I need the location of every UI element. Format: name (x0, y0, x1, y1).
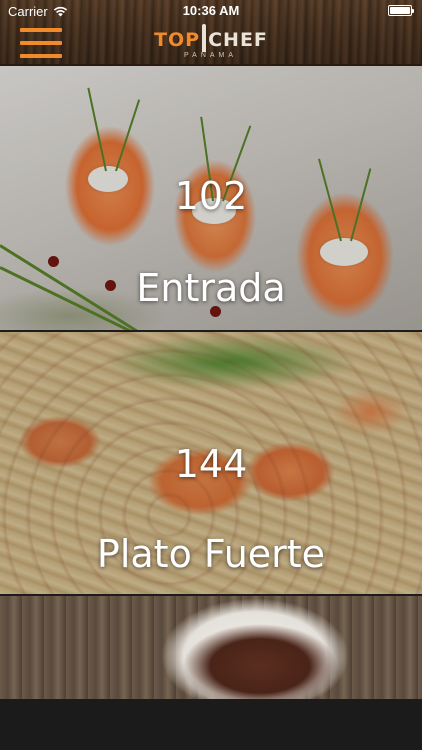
bottom-bar (0, 699, 422, 750)
battery-icon (388, 5, 414, 16)
category-card-plato-fuerte[interactable]: 144 Plato Fuerte (0, 332, 422, 594)
chocolate-dessert-photo (0, 596, 422, 699)
category-card-entrada[interactable]: 102 Entrada (0, 66, 422, 330)
logo-subtitle: PANAMA (184, 52, 238, 59)
menu-line (20, 28, 62, 32)
hamburger-menu-icon[interactable] (20, 28, 62, 58)
category-count: 102 (174, 174, 248, 218)
status-time: 10:36 AM (182, 3, 240, 18)
app-header: Carrier 10:36 AM TOP CHEF PANAMA (0, 0, 422, 66)
logo-chef-text: CHEF (208, 29, 268, 51)
logo-top-text: TOP (154, 29, 201, 51)
category-card-dessert[interactable] (0, 596, 422, 699)
menu-line (20, 54, 62, 58)
menu-line (20, 41, 62, 45)
status-bar: Carrier 10:36 AM (0, 0, 422, 22)
knife-icon (202, 24, 207, 52)
category-count: 144 (174, 442, 248, 486)
category-title: Plato Fuerte (96, 532, 326, 576)
category-title: Entrada (136, 266, 286, 310)
top-chef-logo: TOP CHEF PANAMA (146, 24, 276, 62)
